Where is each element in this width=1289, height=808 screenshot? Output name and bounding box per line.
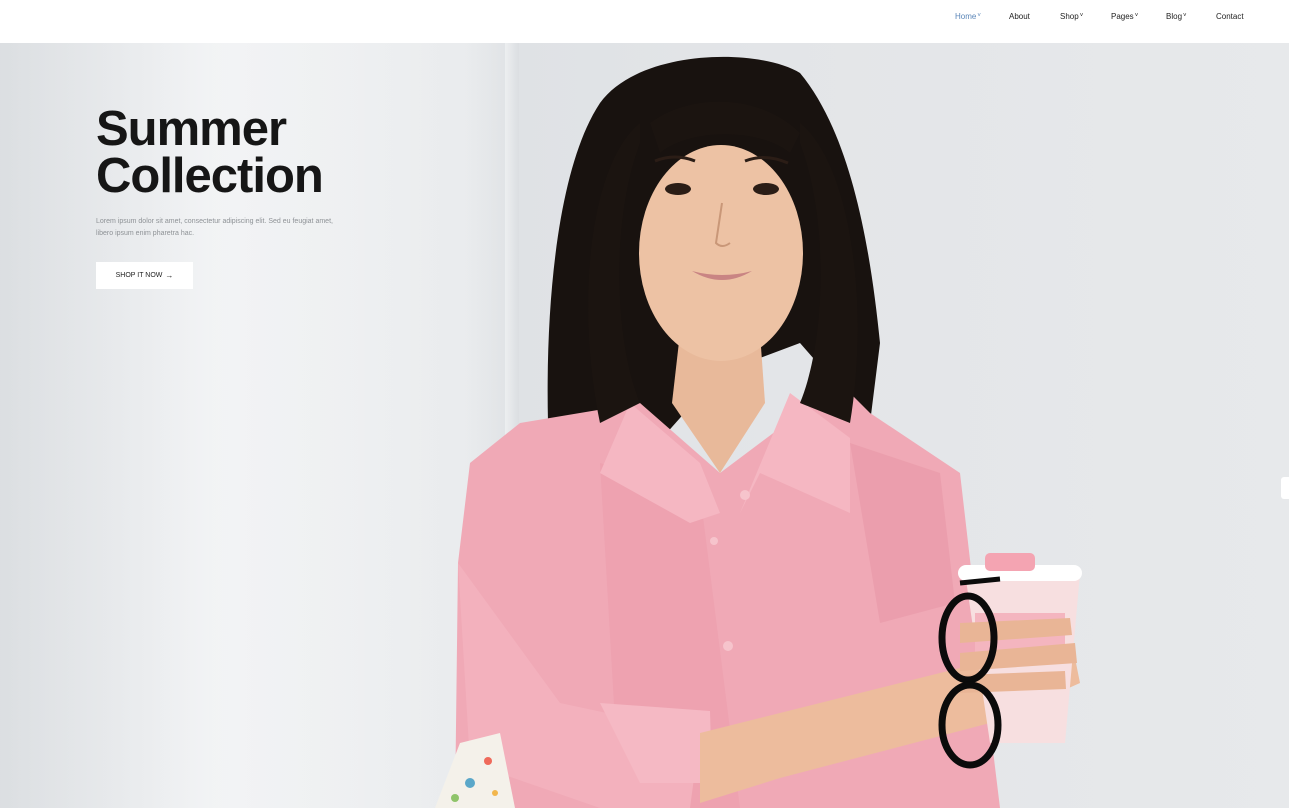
hero-title-line2: Collection (96, 149, 324, 203)
shop-now-label: SHOP IT NOW (115, 272, 163, 279)
hero-banner: Summer Collection Lorem ipsum dolor sit … (0, 43, 1289, 808)
chevron-down-icon: ˅ (1134, 13, 1139, 19)
nav-home[interactable]: Home˅ (955, 12, 981, 23)
nav-blog[interactable]: Blog˅ (1166, 12, 1187, 23)
nav-contact-label: Contact (1216, 12, 1244, 21)
nav-blog-label: Blog (1166, 12, 1183, 21)
site-header: Home˅ About Shop˅ Pages˅ Blog˅ Contact (0, 0, 1289, 43)
chevron-down-icon: ˅ (977, 13, 981, 19)
nav-pages-label: Pages (1111, 12, 1134, 21)
nav-about-label: About (1009, 12, 1030, 21)
slider-next-tab[interactable] (1281, 477, 1289, 499)
chevron-down-icon: ˅ (1183, 13, 1187, 19)
hero-description: Lorem ipsum dolor sit amet, consectetur … (96, 218, 333, 237)
nav-contact[interactable]: Contact (1216, 12, 1244, 22)
hero-title-line1: Summer (96, 102, 287, 156)
shop-now-button[interactable]: SHOP IT NOW → (96, 262, 193, 289)
nav-pages[interactable]: Pages˅ (1111, 12, 1138, 23)
nav-home-label: Home (955, 12, 977, 21)
nav-shop-label: Shop (1060, 12, 1079, 21)
main-nav: Home˅ About Shop˅ Pages˅ Blog˅ Contact (0, 0, 1289, 43)
nav-about[interactable]: About (1009, 12, 1030, 22)
nav-shop[interactable]: Shop˅ (1060, 12, 1083, 23)
chevron-down-icon: ˅ (1079, 13, 1084, 19)
arrow-right-icon: → (165, 271, 174, 280)
hero-title: Summer Collection (96, 102, 456, 203)
